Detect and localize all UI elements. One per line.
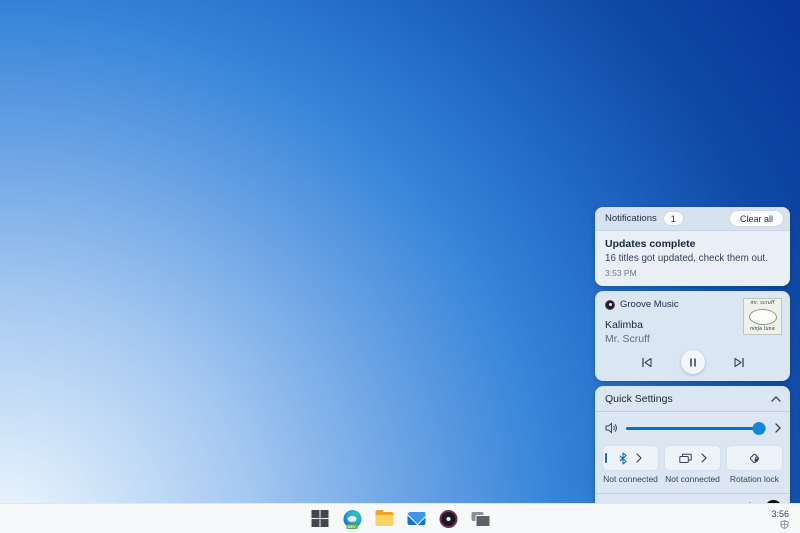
chevron-up-icon xyxy=(771,395,781,402)
edge-icon: DEV xyxy=(343,509,361,529)
album-art-blob xyxy=(748,308,777,325)
notifications-count-badge: 1 xyxy=(663,212,683,225)
windows-logo-icon xyxy=(311,509,329,528)
quick-settings-header: Quick Settings xyxy=(595,386,790,412)
bluetooth-label: Not connected xyxy=(603,474,658,484)
desktop: Notifications 1 Clear all Updates comple… xyxy=(0,0,800,533)
volume-flyout-chevron-icon[interactable] xyxy=(775,423,781,433)
rotation-lock-label: Rotation lock xyxy=(729,474,780,484)
task-view-button[interactable] xyxy=(471,509,491,528)
notifications-title: Notifications xyxy=(605,213,657,224)
notifications-card: Notifications 1 Clear all Updates comple… xyxy=(595,207,790,286)
album-art-line1: mr. scruff xyxy=(750,300,775,306)
bluetooth-tile: Not connected xyxy=(603,446,658,484)
rotation-lock-tile: Rotation lock xyxy=(727,446,782,484)
cast-icon xyxy=(678,453,692,463)
groove-music-button[interactable] xyxy=(439,509,458,528)
shield-icon[interactable] xyxy=(780,519,789,529)
edge-dev-badge: DEV xyxy=(346,523,358,529)
focus-indicator xyxy=(604,453,607,463)
volume-slider[interactable] xyxy=(626,422,766,435)
edge-dev-button[interactable]: DEV xyxy=(343,509,362,529)
notifications-header: Notifications 1 Clear all xyxy=(595,207,790,230)
folder-icon xyxy=(375,509,393,526)
media-controls xyxy=(605,350,780,374)
cast-label: Not connected xyxy=(665,474,720,484)
quick-settings-buttons: Not connected Not connected Rotation loc… xyxy=(595,443,790,484)
taskbar-center-icons: DEV xyxy=(311,504,491,533)
cast-tile: Not connected xyxy=(665,446,720,484)
bluetooth-button[interactable] xyxy=(603,446,658,470)
previous-icon xyxy=(641,357,652,367)
notification-time: 3:53 PM xyxy=(605,268,637,278)
volume-slider-fill xyxy=(626,427,759,430)
action-center-panel: Notifications 1 Clear all Updates comple… xyxy=(595,207,790,523)
file-explorer-button[interactable] xyxy=(375,509,394,528)
bluetooth-flyout-chevron-icon[interactable] xyxy=(636,453,642,463)
next-icon xyxy=(733,357,744,367)
bluetooth-icon xyxy=(619,451,627,465)
volume-row xyxy=(595,412,790,443)
volume-slider-thumb[interactable] xyxy=(752,422,766,435)
media-card: Groove Music Kalimba Mr. Scruff mr. scru… xyxy=(595,291,790,381)
notification-item[interactable]: Updates complete 16 titles got updated, … xyxy=(595,230,790,286)
previous-track-button[interactable] xyxy=(641,357,653,368)
notification-body: 16 titles got updated, check them out. xyxy=(605,253,768,264)
start-button[interactable] xyxy=(311,509,330,528)
rotation-lock-button[interactable] xyxy=(727,446,782,470)
pause-icon xyxy=(689,358,696,366)
quick-settings-title: Quick Settings xyxy=(605,392,673,405)
album-art: mr. scruff ninja tuna xyxy=(743,298,782,335)
clear-all-button[interactable]: Clear all xyxy=(729,211,783,226)
cast-button[interactable] xyxy=(665,446,720,470)
task-view-icon xyxy=(471,512,491,527)
system-tray[interactable]: 3:56 xyxy=(771,504,791,533)
collapse-button[interactable] xyxy=(771,395,781,402)
album-art-line2: ninja tuna xyxy=(750,326,775,332)
media-app-name: Groove Music xyxy=(620,299,679,310)
rotation-lock-icon xyxy=(749,453,760,463)
clock[interactable]: 3:56 xyxy=(771,509,789,519)
groove-music-icon xyxy=(439,509,457,528)
next-track-button[interactable] xyxy=(733,357,745,368)
pause-button[interactable] xyxy=(680,350,705,374)
taskbar: DEV 3:56 xyxy=(0,503,800,533)
speaker-icon xyxy=(605,422,617,434)
cast-flyout-chevron-icon[interactable] xyxy=(700,453,707,463)
groove-music-icon xyxy=(605,299,615,310)
mail-button[interactable] xyxy=(407,509,426,528)
notification-title: Updates complete xyxy=(605,238,696,250)
mail-icon xyxy=(407,512,425,525)
